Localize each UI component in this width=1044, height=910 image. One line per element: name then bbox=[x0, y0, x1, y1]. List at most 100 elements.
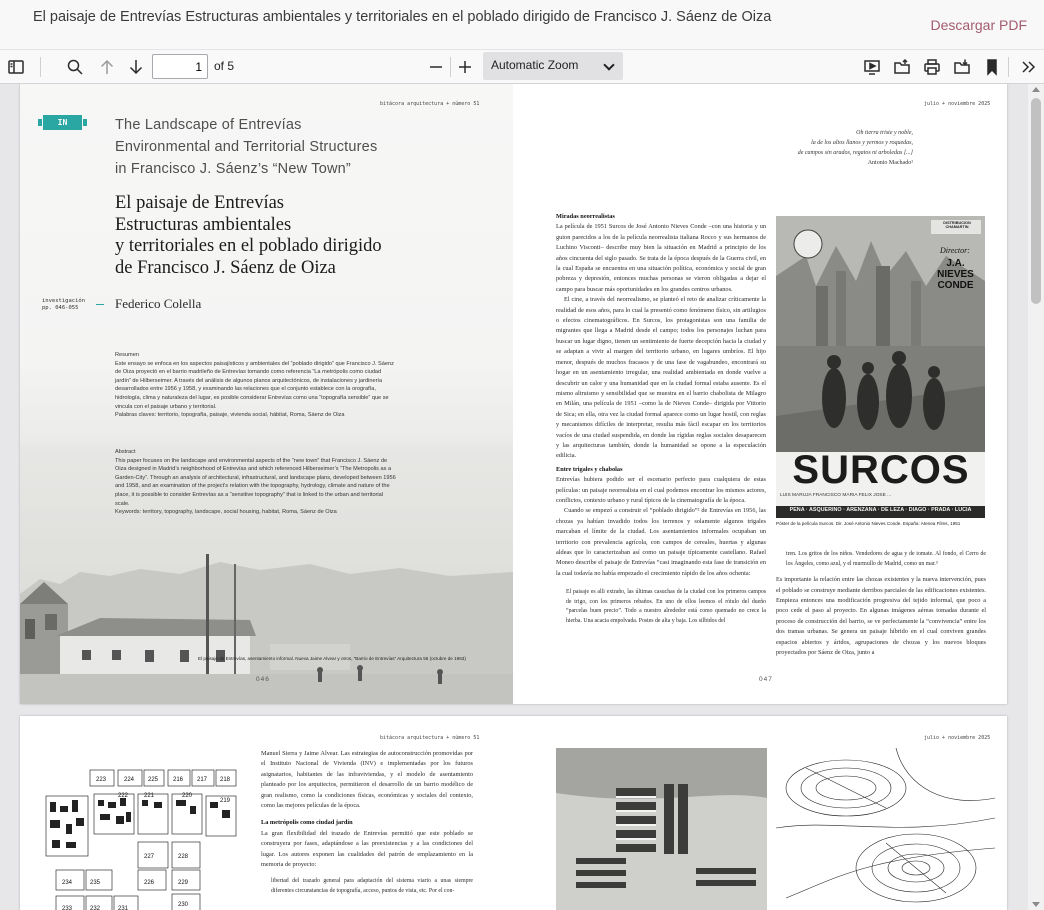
running-header: bitácora arquitectura + número 51 bbox=[380, 735, 480, 741]
poster-director-label: Director: bbox=[940, 246, 970, 255]
title-bar: El paisaje de Entrevías Estructuras ambi… bbox=[0, 0, 1044, 50]
plot-label: 232 bbox=[90, 906, 101, 910]
running-header: bitácora arquitectura + número 51 bbox=[380, 101, 480, 107]
resumen-heading: Resumen bbox=[115, 352, 139, 358]
plot-label: 229 bbox=[178, 880, 189, 886]
article-column-1: Miradas neorrealistas La película de 195… bbox=[556, 209, 766, 664]
section-badge: IN bbox=[38, 115, 87, 130]
chevron-down-icon bbox=[603, 59, 615, 71]
print-icon[interactable] bbox=[920, 55, 944, 79]
paragraph: La gran flexibilidad del trazado de Entr… bbox=[261, 829, 473, 869]
site-plan-map: 223 224 225 216 217 218 222 221 220 219 … bbox=[45, 769, 237, 910]
paragraph: La película de 1951 Surcos de José Anton… bbox=[556, 223, 766, 293]
plot-label: 228 bbox=[178, 854, 189, 860]
plot-label: 224 bbox=[124, 777, 135, 783]
document-viewer[interactable]: bitácora arquitectura + número 51 IN The… bbox=[0, 84, 1044, 910]
search-icon[interactable] bbox=[63, 55, 87, 79]
article-column-2: tren. Los gritos de los niños. Vendedore… bbox=[776, 550, 986, 666]
abstract-keywords: Keywords: territory, topography, landsca… bbox=[115, 509, 337, 516]
arrow-up-icon[interactable] bbox=[95, 55, 119, 79]
download-pdf-link[interactable]: Descargar PDF bbox=[931, 17, 1027, 33]
author-dash bbox=[96, 304, 104, 305]
plot-label: 235 bbox=[90, 880, 101, 886]
toolbar-separator bbox=[1008, 57, 1009, 77]
section-heading: La metrópolis como ciudad jardín bbox=[261, 819, 353, 827]
paragraph: tren. Los gritos de los niños. Vendedore… bbox=[786, 551, 986, 567]
quote-line: Oh tierra triste y noble, bbox=[856, 130, 913, 136]
section-name: investigación bbox=[42, 298, 86, 304]
plot-label: 217 bbox=[197, 777, 208, 783]
arrow-down-icon[interactable] bbox=[124, 55, 148, 79]
paragraph: Entrevías hubiera podido ser el escenari… bbox=[556, 476, 766, 504]
section-heading: Miradas neorrealistas bbox=[556, 213, 615, 220]
epigraph-quote: Oh tierra triste y noble, la de los alto… bbox=[750, 128, 913, 168]
poster-title: SURCOS bbox=[792, 448, 970, 492]
scroll-up-arrow-icon[interactable] bbox=[1032, 87, 1040, 92]
zoom-out-icon[interactable] bbox=[424, 55, 448, 79]
spanish-title-line: El paisaje de Entrevías bbox=[115, 193, 285, 213]
english-title-line: in Francisco J. Sáenz’s “New Town” bbox=[115, 161, 351, 177]
page-spread-1: bitácora arquitectura + número 51 IN The… bbox=[20, 84, 1007, 704]
plot-label: 227 bbox=[144, 854, 155, 860]
scroll-down-arrow-icon[interactable] bbox=[1032, 902, 1040, 907]
abstract-heading: Abstract bbox=[115, 449, 136, 455]
author-name: Federico Colella bbox=[115, 296, 202, 311]
page-total-label: of 5 bbox=[214, 59, 235, 73]
zoom-select-label: Automatic Zoom bbox=[491, 58, 579, 72]
spanish-title-line: de Francisco J. Sáenz de Oiza bbox=[115, 257, 336, 278]
spanish-title-line: y territoriales en el poblado dirigido bbox=[115, 236, 382, 256]
page-number: 047 bbox=[759, 676, 773, 683]
open-file-icon[interactable] bbox=[890, 55, 914, 79]
spanish-title-line: Estructuras ambientales bbox=[115, 214, 292, 235]
paragraph: Manuel Sierra y Jaime Alvear. Las estrat… bbox=[261, 750, 473, 810]
article-column: Manuel Sierra y Jaime Alvear. Las estrat… bbox=[261, 749, 473, 910]
paragraph: Es importante la relación entre las choz… bbox=[776, 576, 986, 657]
resumen-block: Resumen Este ensayo se enfoca en los asp… bbox=[115, 351, 398, 420]
plot-label: 231 bbox=[118, 906, 129, 910]
toolbar-separator bbox=[40, 57, 41, 77]
vertical-scrollbar[interactable] bbox=[1028, 84, 1044, 910]
quote-line: Antonio Machado¹ bbox=[867, 160, 913, 166]
double-chevron-right-icon[interactable] bbox=[1016, 55, 1040, 79]
quote-line: de campos sin arados, regatos ni arboled… bbox=[797, 150, 913, 156]
running-header: julio + noviembre 2025 bbox=[924, 735, 991, 741]
running-header: julio + noviembre 2025 bbox=[924, 101, 991, 107]
bookmark-icon[interactable] bbox=[980, 55, 1004, 79]
page-number: 046 bbox=[256, 676, 270, 683]
abstract-block: Abstract This paper focuses on the lands… bbox=[115, 448, 398, 517]
resumen-text: Este ensayo se enfoca en los aspectos pa… bbox=[115, 360, 394, 410]
zoom-select[interactable]: Automatic Zoom bbox=[483, 52, 623, 80]
poster-caption: Póster de la película Surcos. Dir. José … bbox=[776, 521, 961, 526]
page-046: bitácora arquitectura + número 51 IN The… bbox=[20, 84, 513, 704]
poster-names: PENA · ASQUERINO · ARENZANA · DE LEZA · … bbox=[789, 507, 972, 513]
abstract-text: This paper focuses on the landscape and … bbox=[115, 457, 396, 507]
sidebar-toggle-icon[interactable] bbox=[4, 55, 28, 79]
page-number-input[interactable] bbox=[152, 54, 208, 79]
poster-director: J.A. NIEVES CONDE bbox=[937, 258, 974, 291]
photo-caption: El paisaje de Entrevías, asentamiento in… bbox=[198, 656, 466, 661]
plot-label: 225 bbox=[148, 777, 159, 783]
pdf-toolbar: of 5 Automatic Zoom bbox=[0, 50, 1044, 84]
paragraph: Cuando se empezó a construir el “poblado… bbox=[556, 507, 766, 577]
plot-label: 233 bbox=[62, 906, 73, 910]
plot-label: 219 bbox=[220, 798, 231, 804]
plot-label: 220 bbox=[182, 793, 193, 799]
presentation-mode-icon[interactable] bbox=[860, 55, 884, 79]
block-quote: libertad del trazado general para adapta… bbox=[271, 878, 473, 895]
resumen-keywords: Palabras claves: territorio, topografía,… bbox=[115, 412, 345, 419]
plot-label: 221 bbox=[144, 793, 155, 799]
surcos-poster: DISTRIBUCION CHAMARTIN Director: J.A. NI… bbox=[776, 216, 985, 518]
pdf-viewer-app: El paisaje de Entrevías Estructuras ambi… bbox=[0, 0, 1044, 910]
page-spread-2: bitácora arquitectura + número 51 julio … bbox=[20, 716, 1007, 910]
spanish-title: El paisaje de Entrevías Estructuras ambi… bbox=[115, 193, 445, 279]
page-range: pp. 046-055 bbox=[42, 305, 79, 311]
section-info: investigación pp. 046-055 bbox=[42, 298, 85, 312]
paragraph: El cine, a través del neorrealismo, se p… bbox=[556, 296, 766, 460]
english-title-line: Environmental and Territorial Structures bbox=[115, 139, 378, 155]
zoom-in-icon[interactable] bbox=[453, 55, 477, 79]
scrollbar-thumb[interactable] bbox=[1031, 98, 1041, 304]
plot-label: 230 bbox=[178, 902, 189, 908]
document-title: El paisaje de Entrevías Estructuras ambi… bbox=[33, 9, 772, 25]
download-icon[interactable] bbox=[950, 55, 974, 79]
english-title: The Landscape of Entrevías Environmental… bbox=[115, 114, 415, 180]
